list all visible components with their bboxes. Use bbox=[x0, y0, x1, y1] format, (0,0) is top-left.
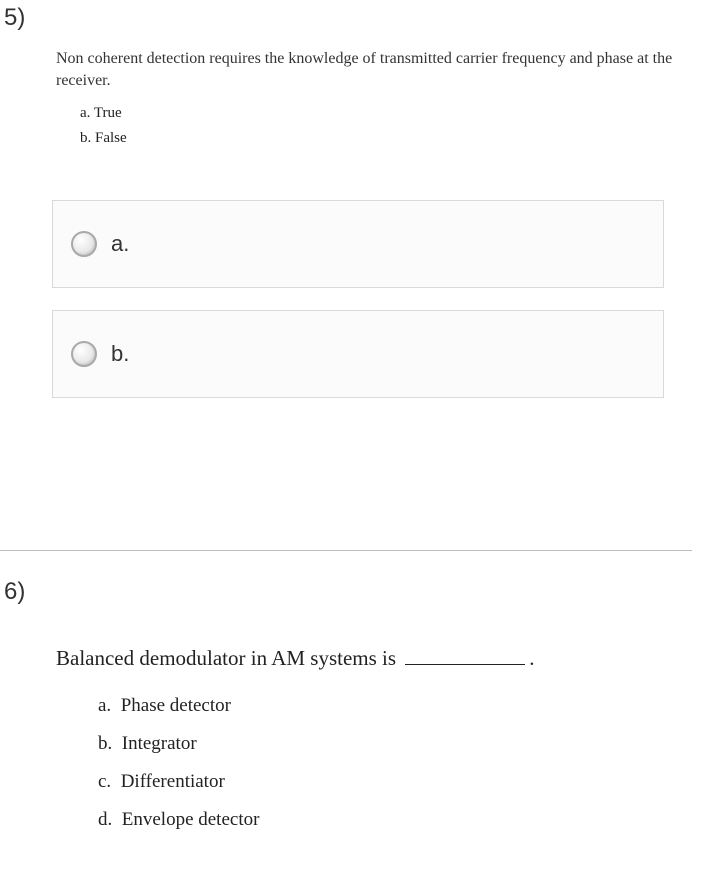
answer-option-label: a. bbox=[111, 231, 129, 257]
question-6-prompt: Balanced demodulator in AM systems is . bbox=[56, 646, 676, 671]
question-5-body: Non coherent detection requires the know… bbox=[56, 48, 676, 155]
prompt-text-pre: Balanced demodulator in AM systems is bbox=[56, 646, 401, 670]
question-5-number: 5) bbox=[4, 4, 25, 32]
radio-icon bbox=[71, 231, 97, 257]
answer-option-a[interactable]: a. bbox=[52, 200, 664, 288]
answer-option-label: b. bbox=[111, 341, 129, 367]
question-6-number: 6) bbox=[4, 578, 25, 606]
prompt-text-post: . bbox=[529, 646, 534, 670]
question-5-item-list: a. True b. False bbox=[80, 105, 676, 147]
item-text: False bbox=[95, 130, 127, 146]
item-letter: c. bbox=[98, 771, 111, 792]
item-letter: d. bbox=[98, 809, 112, 830]
item-text: Phase detector bbox=[121, 695, 231, 716]
list-item: c. Differentiator bbox=[98, 771, 676, 793]
list-item: d. Envelope detector bbox=[98, 809, 676, 831]
question-6-item-list: a. Phase detector b. Integrator c. Diffe… bbox=[98, 695, 676, 831]
item-text: Integrator bbox=[122, 733, 197, 754]
item-text: Differentiator bbox=[121, 771, 225, 792]
question-5-prompt: Non coherent detection requires the know… bbox=[56, 48, 676, 91]
item-letter: b. bbox=[80, 130, 91, 146]
item-text: Envelope detector bbox=[122, 809, 260, 830]
item-text: True bbox=[94, 105, 122, 121]
list-item: b. Integrator bbox=[98, 733, 676, 755]
radio-icon bbox=[71, 341, 97, 367]
item-letter: a. bbox=[80, 105, 90, 121]
item-letter: a. bbox=[98, 695, 111, 716]
item-letter: b. bbox=[98, 733, 112, 754]
list-item: b. False bbox=[80, 130, 676, 147]
answer-option-b[interactable]: b. bbox=[52, 310, 664, 398]
list-item: a. True bbox=[80, 105, 676, 122]
list-item: a. Phase detector bbox=[98, 695, 676, 717]
question-divider bbox=[0, 550, 692, 551]
fill-blank bbox=[405, 648, 525, 665]
question-6-body: Balanced demodulator in AM systems is . … bbox=[56, 646, 676, 847]
